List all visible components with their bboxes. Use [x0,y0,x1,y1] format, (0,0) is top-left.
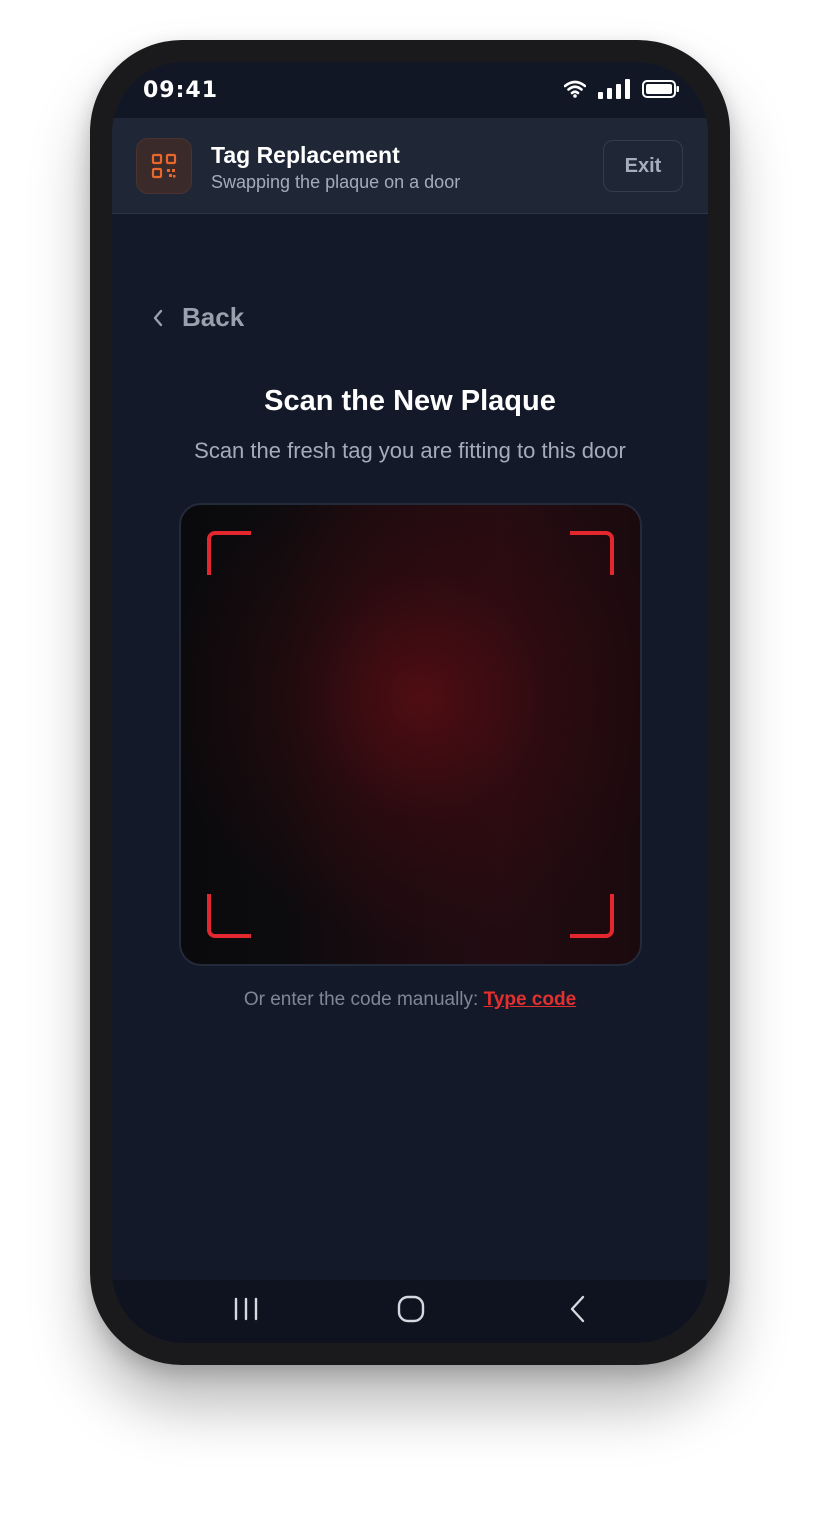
battery-icon [642,80,679,98]
phone-frame: 09:41 Tag Replacement Swapping the plaqu… [90,40,730,1365]
screen: 09:41 Tag Replacement Swapping the plaqu… [112,62,708,1343]
qr-code-icon [136,138,192,194]
page-subtitle: Scan the fresh tag you are fitting to th… [194,438,626,463]
manual-entry-text: Or enter the code manually: Type code [112,989,708,1011]
header-subtitle: Swapping the plaque on a door [211,172,461,192]
back-label: Back [182,302,245,332]
home-icon[interactable] [397,1294,425,1324]
scan-corner-top-right [570,531,614,575]
manual-entry-prefix: Or enter the code manually: [243,989,479,1010]
chevron-left-icon [153,309,163,326]
header-title: Tag Replacement [211,142,400,168]
scan-corner-bottom-left [207,894,251,938]
top-header: Tag Replacement Swapping the plaque on a… [112,118,708,214]
signal-icon [598,79,630,99]
page-title: Scan the New Plaque [264,385,556,417]
recent-apps-icon[interactable] [232,1294,260,1324]
status-icons [564,79,680,99]
exit-button[interactable]: Exit [603,140,683,192]
status-bar: 09:41 [112,62,708,118]
wifi-icon [564,80,586,98]
camera-scanner-viewfinder[interactable] [179,503,642,966]
back-button[interactable]: Back [152,302,244,333]
status-time: 09:41 [143,78,219,103]
back-nav-icon[interactable] [567,1294,589,1324]
scan-corner-bottom-right [570,894,614,938]
scan-corner-top-left [207,531,251,575]
type-code-link[interactable]: Type code [484,989,577,1010]
system-nav-bar [112,1280,708,1343]
